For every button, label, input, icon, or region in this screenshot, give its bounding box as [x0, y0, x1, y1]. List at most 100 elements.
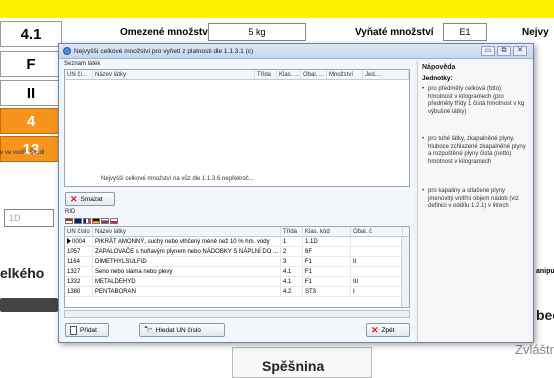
- flag-cz-icon[interactable]: [65, 218, 73, 224]
- col-class-code[interactable]: Klas. kód: [303, 227, 351, 236]
- table-row[interactable]: 1327 Seno nebo sláma nebo plevy 4.1 F1: [65, 267, 409, 277]
- row-code: F1: [303, 277, 351, 286]
- flag-de-icon[interactable]: [92, 218, 100, 224]
- row-un: 1164: [65, 257, 93, 266]
- col-class[interactable]: Třída: [255, 70, 277, 79]
- table-row[interactable]: 1332 METALDEHYD 4.1 F1 III: [65, 277, 409, 287]
- row-code: F1: [303, 257, 351, 266]
- row-name: ZAPALOVAČE s hořlavým plynem nebo NÁDOBK…: [93, 247, 281, 256]
- row-un: 1057: [65, 247, 93, 256]
- col-qty[interactable]: Množství: [327, 70, 363, 79]
- row-code: F1: [303, 267, 351, 276]
- add-button[interactable]: Přidat: [65, 323, 109, 337]
- row-code: 6F: [303, 247, 351, 256]
- back-button[interactable]: ✕ Zpět: [366, 323, 410, 337]
- app-icon: [63, 47, 71, 55]
- search-un-button[interactable]: 🔭 Hledat UN číslo: [139, 323, 225, 337]
- express-label: Spěšnina: [262, 358, 325, 374]
- minimize-button[interactable]: ▭: [481, 46, 495, 56]
- row-code: 1.1D: [303, 237, 351, 246]
- binoculars-icon: 🔭: [144, 327, 153, 334]
- col-packing[interactable]: Obal. č: [351, 227, 403, 236]
- right-label-a: anipu: [536, 268, 554, 275]
- substance-list-grid[interactable]: UN číslo Název látky Třída Klas. kód Oba…: [64, 226, 410, 308]
- help-title: Nápověda: [422, 64, 456, 71]
- language-flags: [65, 218, 118, 224]
- col-class[interactable]: Třída: [281, 227, 303, 236]
- help-item: pro předměty celková (btto) hmotnost v k…: [422, 86, 527, 116]
- grid-footer-note: Nejvyšší celkové množství na vůz dle 1.1…: [101, 176, 254, 182]
- rid-label: RID: [65, 209, 76, 215]
- row-un: 1327: [65, 267, 93, 276]
- row-pack: [351, 237, 403, 246]
- excepted-qty-field[interactable]: E1: [443, 23, 487, 41]
- help-item: pro kapaliny a stlačené plyny jmenovitý …: [422, 188, 527, 211]
- help-panel: Nápověda Jednotky: pro předměty celková …: [417, 61, 531, 341]
- un-number: 13: [0, 136, 62, 162]
- flag-pl-icon[interactable]: [110, 218, 118, 224]
- table-row[interactable]: 1380 PENTABORAN 4.2 ST3 I: [65, 287, 409, 297]
- hazard-number: 4: [0, 108, 62, 134]
- class-value: 4.1: [0, 21, 62, 47]
- row-un: 1380: [65, 287, 93, 296]
- flag-fr-icon[interactable]: [83, 218, 91, 224]
- delete-label: Smazat: [80, 195, 103, 203]
- dialog-title: Nejvyšší celkové množství pro vyňetí z p…: [74, 47, 254, 55]
- table-row[interactable]: 0004 PIKRÁT AMONNÝ, suchý nebo vlhčený m…: [65, 237, 409, 247]
- row-pointer-icon: [67, 238, 71, 245]
- classification-code: F: [0, 51, 62, 77]
- selected-substances-grid[interactable]: UN čí... Název látky Třída Klas. ... Oba…: [64, 69, 410, 187]
- col-name[interactable]: Název látky: [93, 70, 255, 79]
- right-cut-label: Nejvy: [522, 27, 549, 38]
- top-yellow-bar: [0, 0, 554, 18]
- dialog-titlebar[interactable]: Nejvyšší celkové množství pro vyňetí z p…: [59, 44, 533, 59]
- row-name: PIKRÁT AMONNÝ, suchý nebo vlhčený méně n…: [93, 237, 281, 246]
- delete-button[interactable]: ✕ Smazat: [65, 192, 115, 206]
- flag-ru-icon[interactable]: [101, 218, 109, 224]
- col-code[interactable]: Klas. ...: [277, 70, 301, 79]
- col-un[interactable]: UN čí...: [65, 70, 93, 79]
- row-name: Seno nebo sláma nebo plevy: [93, 267, 281, 276]
- list-group-label: Seznam látek: [64, 61, 101, 67]
- col-substance-name[interactable]: Název látky: [93, 227, 281, 236]
- close-button[interactable]: ✕: [513, 46, 527, 56]
- substance-panel: Seznam látek UN čí... Název látky Třída …: [62, 61, 414, 341]
- back-label: Zpět: [381, 326, 395, 334]
- row-class: 4.2: [281, 287, 303, 296]
- partial-field[interactable]: 1D: [4, 209, 54, 227]
- row-class: 3: [281, 257, 303, 266]
- big-left-text: elkého: [0, 265, 45, 281]
- row-name: METALDEHYD: [93, 277, 281, 286]
- right-label-b: bec: [536, 307, 554, 323]
- row-class: 4.1: [281, 267, 303, 276]
- row-un: 1332: [65, 277, 93, 286]
- horizontal-scrollbar[interactable]: [64, 310, 410, 318]
- table-row[interactable]: 1164 DIMETHYLSULFID 3 F1 II: [65, 257, 409, 267]
- delete-icon: ✕: [70, 193, 78, 204]
- row-pack: I: [351, 287, 403, 296]
- col-pack[interactable]: Obal. ...: [301, 70, 327, 79]
- row-code: ST3: [303, 287, 351, 296]
- add-label: Přidat: [80, 326, 97, 334]
- col-unit[interactable]: Jed....: [363, 70, 409, 79]
- row-pack: [351, 267, 403, 276]
- restore-button[interactable]: ⧉: [497, 46, 511, 56]
- row-un-value: 0004: [72, 239, 86, 245]
- search-un-label: Hledat UN číslo: [155, 326, 201, 334]
- row-pack: II: [351, 257, 403, 266]
- note-text: e ve vodě. Škodl: [0, 150, 45, 156]
- max-quantity-dialog: Nejvyšší celkové množství pro vyňetí z p…: [58, 43, 534, 343]
- flag-uk-icon[interactable]: [74, 218, 82, 224]
- help-subtitle: Jednotky:: [422, 75, 453, 82]
- row-pack: [351, 247, 403, 256]
- table-row[interactable]: 1057 ZAPALOVAČE s hořlavým plynem nebo N…: [65, 247, 409, 257]
- row-name: DIMETHYLSULFID: [93, 257, 281, 266]
- packing-group: II: [0, 80, 62, 106]
- wagon-graphic: [0, 298, 58, 312]
- limited-qty-field[interactable]: 5 kg: [208, 23, 306, 41]
- row-un: 0004: [65, 237, 93, 246]
- vertical-scrollbar[interactable]: [401, 237, 409, 307]
- limited-qty-label: Omezené množství:: [120, 27, 214, 38]
- col-un-number[interactable]: UN číslo: [65, 227, 93, 236]
- row-class: 1: [281, 237, 303, 246]
